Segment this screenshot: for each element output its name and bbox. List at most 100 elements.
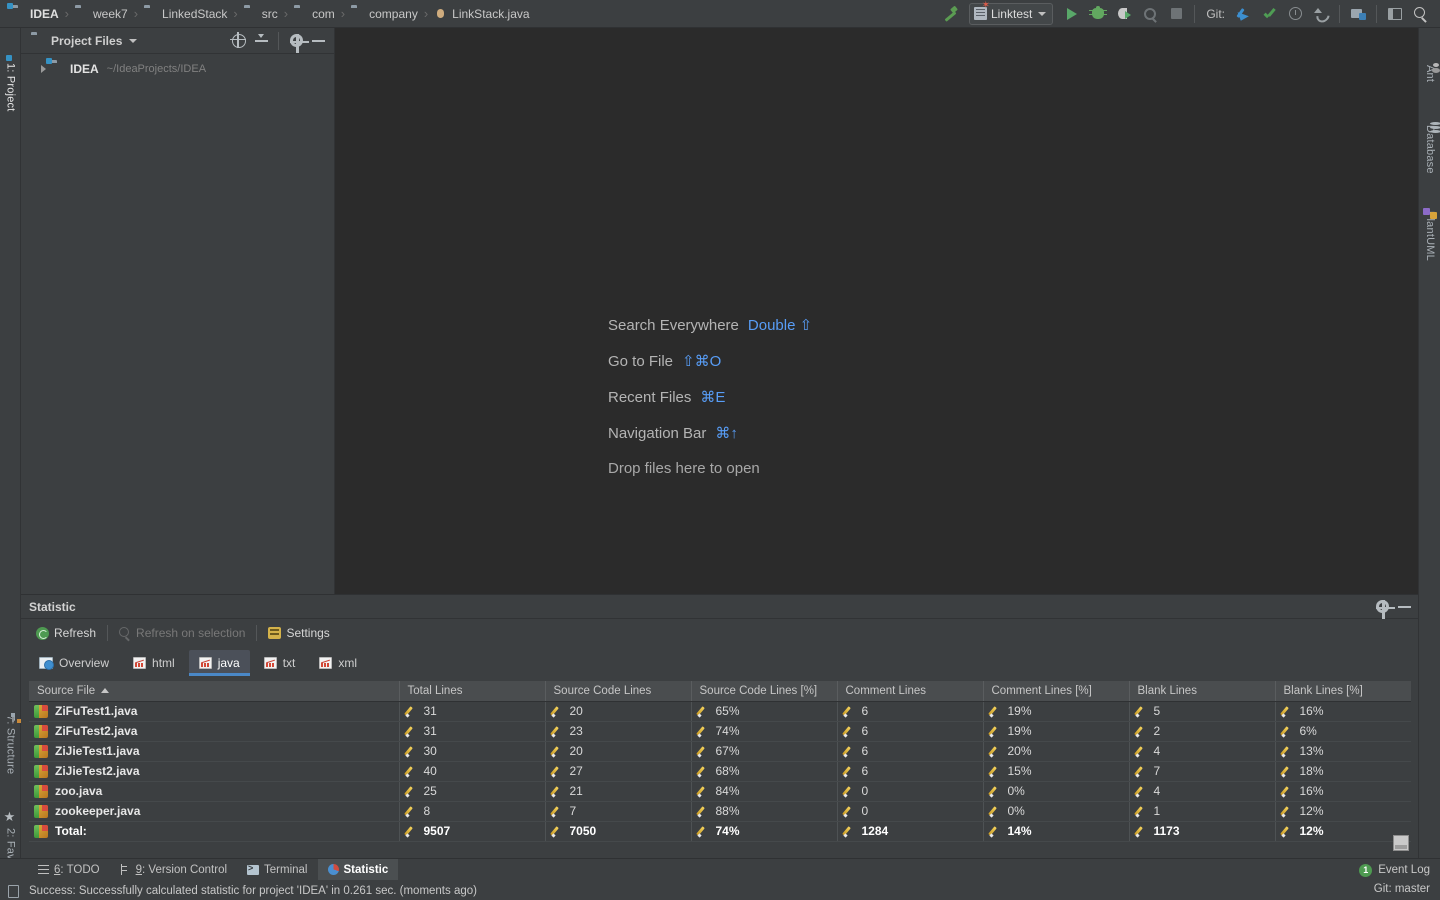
- stop-button[interactable]: [1163, 3, 1189, 25]
- column-header-source-file[interactable]: Source File: [29, 681, 400, 702]
- chevron-down-icon[interactable]: [129, 38, 138, 43]
- status-tab-statistic[interactable]: Statistic: [317, 859, 399, 880]
- column-header-total-lines[interactable]: Total Lines: [399, 681, 546, 702]
- select-opened-file-button[interactable]: [229, 31, 249, 51]
- hide-panel-button[interactable]: [308, 31, 328, 51]
- tab-label: html: [152, 655, 175, 670]
- editor-empty-area[interactable]: Search Everywhere Double ⇧ Go to File ⇧⌘…: [335, 28, 1418, 594]
- tip-navigation-bar: Navigation Bar ⌘↑: [608, 424, 1128, 460]
- tree-node-idea[interactable]: IDEA ~/IdeaProjects/IDEA: [21, 59, 334, 79]
- settings-button[interactable]: Settings: [261, 622, 336, 644]
- run-with-coverage-button[interactable]: [1111, 3, 1137, 25]
- git-commit-button[interactable]: [1256, 3, 1282, 25]
- scroll-corner[interactable]: [1393, 835, 1409, 851]
- breadcrumb-item-com[interactable]: com: [290, 4, 339, 24]
- cell-source-code-lines: 7: [545, 801, 692, 822]
- project-settings-button[interactable]: [286, 31, 309, 53]
- tip-recent-files: Recent Files ⌘E: [608, 388, 1128, 424]
- refresh-icon: [36, 626, 49, 640]
- stop-icon: [1170, 8, 1182, 19]
- cell-value: 84%: [715, 784, 740, 798]
- tab-txt[interactable]: txt: [254, 650, 306, 675]
- build-button[interactable]: [937, 3, 963, 25]
- debug-button[interactable]: [1085, 3, 1111, 25]
- column-header-source-code-lines-pct[interactable]: Source Code Lines [%]: [691, 681, 838, 702]
- column-label: Comment Lines [%]: [991, 684, 1092, 697]
- git-branch-widget[interactable]: Git: master: [1374, 883, 1430, 895]
- table-row[interactable]: ZiJieTest2.java 40 27 68% 6 15% 7 18%: [29, 761, 1411, 782]
- column-header-blank-lines-pct[interactable]: Blank Lines [%]: [1275, 681, 1411, 702]
- status-tab-version-control[interactable]: 9: Version Control: [110, 859, 237, 880]
- cell-total-lines: 9507: [399, 820, 546, 842]
- table-row[interactable]: ZiFuTest2.java 31 23 74% 6 19% 2 6%: [29, 721, 1411, 742]
- table-row[interactable]: zoo.java 25 21 84% 0 0% 4 16%: [29, 781, 1411, 802]
- profile-button[interactable]: [1137, 3, 1163, 25]
- search-icon: [1414, 6, 1428, 21]
- column-header-source-code-lines[interactable]: Source Code Lines: [545, 681, 692, 702]
- sidebar-item-plantuml[interactable]: PlantUML: [1419, 204, 1440, 286]
- tip-shortcut: ⌘E: [700, 389, 726, 406]
- breadcrumb-item-idea[interactable]: IDEA: [8, 4, 63, 24]
- git-rollback-button[interactable]: [1308, 3, 1334, 25]
- tab-xml[interactable]: xml: [309, 650, 367, 675]
- status-tab-todo[interactable]: 6: TODO: [28, 859, 110, 880]
- breadcrumb-separator-icon: ›: [64, 6, 70, 21]
- sidebar-item-database[interactable]: Database: [1419, 118, 1440, 198]
- run-configuration-selector[interactable]: Linktest: [968, 1, 1054, 25]
- statistic-settings-button[interactable]: [1372, 597, 1395, 619]
- refresh-on-selection-button[interactable]: Refresh on selection: [112, 622, 252, 644]
- pencil-icon: [698, 765, 710, 777]
- run-configuration-label: Linktest: [990, 6, 1033, 21]
- layout-button[interactable]: [1382, 3, 1408, 25]
- sidebar-item-ant[interactable]: Ant: [1419, 58, 1440, 114]
- java-file-icon: [34, 824, 48, 838]
- table-row[interactable]: ZiJieTest1.java 30 20 67% 6 20% 4 13%: [29, 741, 1411, 762]
- search-everywhere-button[interactable]: [1408, 3, 1434, 25]
- collapse-all-button[interactable]: [251, 31, 271, 51]
- table-row[interactable]: zookeeper.java 8 7 88% 0 0% 1 12%: [29, 801, 1411, 822]
- coverage-icon: [1117, 7, 1131, 20]
- cell-value: 40: [423, 764, 437, 778]
- breadcrumb-item-week7[interactable]: week7: [71, 4, 132, 24]
- git-history-button[interactable]: [1282, 3, 1308, 25]
- refresh-label: Refresh: [54, 626, 97, 640]
- pencil-icon: [406, 725, 418, 737]
- cell-source-code-lines: 27: [545, 761, 692, 782]
- breadcrumb-item-company[interactable]: company: [347, 4, 422, 24]
- tab-overview[interactable]: Overview: [29, 650, 119, 675]
- cell-blank-lines-pct: 18%: [1275, 761, 1411, 782]
- table-row[interactable]: ZiFuTest1.java 31 20 65% 6 19% 5 16%: [29, 701, 1411, 722]
- statistic-hide-button[interactable]: [1394, 597, 1414, 617]
- pencil-icon: [552, 725, 564, 737]
- statistic-table-container[interactable]: Source File Total Lines Source Code Line…: [29, 681, 1411, 853]
- git-update-project-button[interactable]: [1230, 3, 1256, 25]
- sidebar-item-project[interactable]: 1: Project: [0, 56, 21, 142]
- cell-blank-lines: 7: [1129, 761, 1276, 782]
- column-header-blank-lines[interactable]: Blank Lines: [1129, 681, 1276, 702]
- run-button[interactable]: [1059, 3, 1085, 25]
- folder-icon: [244, 7, 258, 21]
- column-header-comment-lines-pct[interactable]: Comment Lines [%]: [983, 681, 1130, 702]
- collapse-all-icon: [254, 34, 268, 47]
- status-tab-terminal[interactable]: Terminal: [237, 859, 317, 880]
- breadcrumb-item-linkedstack[interactable]: LinkedStack: [140, 4, 231, 24]
- cell-comment-lines-pct: 0%: [983, 781, 1130, 802]
- pencil-icon: [698, 805, 710, 817]
- file-name: zookeeper.java: [55, 804, 141, 818]
- sidebar-item-structure[interactable]: 7: Structure: [0, 708, 21, 800]
- updates-button[interactable]: [1345, 3, 1371, 25]
- refresh-button[interactable]: Refresh: [29, 622, 103, 644]
- tip-shortcut: ⌘↑: [715, 425, 738, 442]
- breadcrumb-label: LinkStack.java: [452, 6, 530, 21]
- java-file-icon: [34, 764, 48, 778]
- document-icon[interactable]: [8, 884, 19, 898]
- crosshair-icon: [230, 31, 246, 48]
- tab-html[interactable]: html: [123, 650, 185, 675]
- tab-java[interactable]: java: [188, 650, 250, 676]
- event-log-button[interactable]: 1 Event Log: [1359, 861, 1430, 879]
- breadcrumb-item-linkstack-java[interactable]: LinkStack.java: [430, 4, 533, 24]
- column-header-comment-lines[interactable]: Comment Lines: [837, 681, 984, 702]
- pencil-icon: [990, 765, 1002, 777]
- chevron-right-icon[interactable]: [41, 65, 46, 73]
- breadcrumb-item-src[interactable]: src: [240, 4, 282, 24]
